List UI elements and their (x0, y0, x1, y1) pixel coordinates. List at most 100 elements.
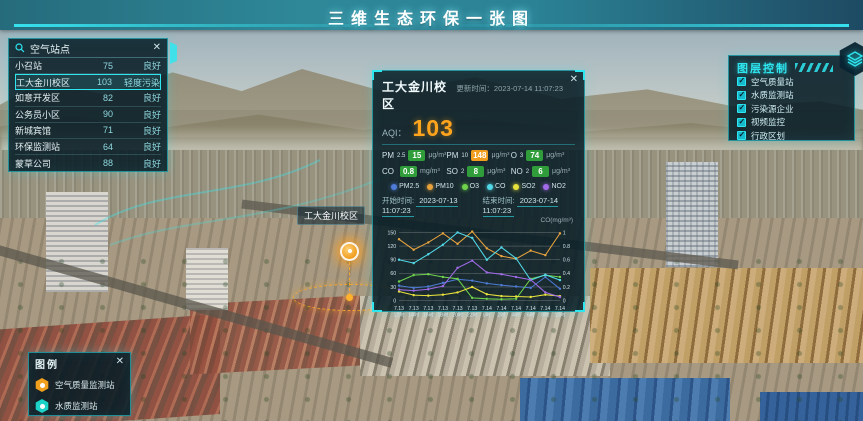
checkbox-icon[interactable] (737, 131, 746, 140)
legend-panel-title: 图例 (35, 356, 124, 371)
station-row[interactable]: 新城宾馆71良好 (15, 123, 161, 139)
station-panel-title: 空气站点 (30, 41, 70, 56)
station-aqi: 75 (91, 61, 113, 71)
station-name: 公务员小区 (15, 108, 91, 121)
station-name: 小召站 (15, 59, 91, 72)
layer-item[interactable]: 行政区划 (737, 129, 846, 143)
station-status: 良好 (113, 140, 161, 153)
legend-item[interactable]: PM10 (427, 183, 453, 190)
svg-text:0.8: 0.8 (563, 244, 570, 250)
svg-text:20时: 20时 (452, 311, 463, 319)
svg-text:22时: 22时 (467, 311, 478, 319)
svg-text:1: 1 (563, 230, 566, 236)
svg-text:120: 120 (388, 244, 397, 250)
station-status: 良好 (113, 157, 161, 170)
station-status: 良好 (113, 108, 161, 121)
station-row[interactable]: 蒙草公司88良好 (15, 155, 161, 171)
station-aqi: 82 (91, 93, 113, 103)
close-icon[interactable]: ✕ (570, 75, 578, 85)
chart-legend: PM2.5 PM10 O3 CO SO2 NO2 (382, 183, 575, 190)
svg-text:7.14: 7.14 (511, 306, 521, 312)
svg-text:12时: 12时 (394, 311, 405, 319)
header-stripes-decoration (795, 63, 833, 72)
pollutant-trend-chart[interactable]: 030609012015000.20.40.60.817.1312时7.1314… (382, 224, 577, 328)
checkbox-icon[interactable] (737, 118, 746, 127)
legend-item[interactable]: O3 (462, 183, 479, 190)
pollutant-co: CO0.8mg/m³ (382, 166, 446, 177)
layer-item[interactable]: 水质监测站 (737, 89, 846, 103)
header-decoration-left (14, 24, 409, 27)
start-time-field[interactable]: 开始时间: 2023-07-13 11:07:23 (382, 195, 475, 215)
svg-text:7.14: 7.14 (496, 306, 506, 312)
layer-item[interactable]: 视频监控 (737, 116, 846, 130)
map-legend-panel: ✕ 图例 空气质量监测站 水质监测站 (28, 352, 131, 416)
layer-panel-header: 图层控制 (737, 60, 846, 75)
header-decoration-right (454, 24, 849, 27)
svg-text:7.13: 7.13 (423, 306, 433, 312)
station-status: 良好 (113, 59, 161, 72)
station-list-panel: 空气站点 ✕ 小召站75良好 工大金川校区103轻度污染 如意开发区82良好 公… (8, 38, 168, 172)
svg-text:8时: 8时 (541, 311, 549, 319)
legend-item[interactable]: NO2 (543, 183, 565, 190)
corner-accent (372, 70, 382, 80)
station-name: 工大金川校区 (16, 76, 90, 89)
svg-text:150: 150 (388, 230, 397, 236)
svg-text:0时: 0时 (483, 311, 491, 319)
svg-text:6时: 6时 (527, 311, 535, 319)
update-time: 更新时间：2023-07-14 11:07:23 (456, 83, 575, 94)
station-panel-header: 空气站点 ✕ (9, 39, 167, 58)
layer-label: 视频监控 (751, 116, 785, 128)
legend-entry-air: 空气质量监测站 (35, 378, 124, 392)
air-station-icon (35, 378, 49, 392)
svg-text:7.13: 7.13 (438, 306, 448, 312)
legend-item[interactable]: PM2.5 (391, 183, 419, 190)
svg-text:7.14: 7.14 (555, 306, 565, 312)
station-rows: 小召站75良好 工大金川校区103轻度污染 如意开发区82良好 公务员小区90良… (9, 58, 167, 171)
station-row[interactable]: 环保监测站64良好 (15, 139, 161, 155)
layer-control-panel: 图层控制 空气质量站 水质监测站 污染源企业 视频监控 行政区划 (728, 55, 855, 141)
water-station-icon (35, 399, 49, 413)
checkbox-icon[interactable] (737, 91, 746, 100)
svg-text:0: 0 (563, 299, 566, 305)
svg-text:7.13: 7.13 (453, 306, 463, 312)
station-row[interactable]: 公务员小区90良好 (15, 107, 161, 123)
station-name: 蒙草公司 (15, 157, 91, 170)
station-status: 良好 (113, 91, 161, 104)
svg-text:7.13: 7.13 (394, 306, 404, 312)
station-row[interactable]: 如意开发区82良好 (15, 90, 161, 106)
svg-text:10时: 10时 (554, 311, 565, 319)
air-station-marker-icon[interactable] (340, 242, 359, 261)
legend-entry-label: 水质监测站 (55, 400, 98, 412)
legend-entry-water: 水质监测站 (35, 399, 124, 413)
station-row-selected[interactable]: 工大金川校区103轻度污染 (15, 74, 161, 90)
map-marker-label: 工大金川校区 (297, 206, 365, 225)
station-aqi: 88 (91, 158, 113, 168)
pollutant-pm25: PM2.515μg/m³ (382, 150, 446, 161)
layer-label: 行政区划 (751, 130, 785, 142)
layer-label: 空气质量站 (751, 76, 794, 88)
app-stage: 三维生态环保一张图 空气站点 ✕ 小召站75良好 工大金川校区103轻度污染 如… (0, 0, 863, 421)
search-icon[interactable] (15, 43, 25, 53)
pollutant-no2: NO26μg/m³ (511, 166, 575, 177)
legend-entry-label: 空气质量监测站 (55, 379, 115, 391)
svg-text:18时: 18时 (437, 311, 448, 319)
svg-text:60: 60 (390, 271, 396, 277)
layer-item[interactable]: 污染源企业 (737, 102, 846, 116)
svg-text:7.14: 7.14 (540, 306, 550, 312)
end-time-field[interactable]: 结束时间: 2023-07-14 11:07:23 (483, 195, 576, 215)
checkbox-icon[interactable] (737, 104, 746, 113)
close-icon[interactable]: ✕ (116, 357, 124, 367)
station-name: 环保监测站 (15, 140, 91, 153)
legend-item[interactable]: CO (487, 183, 506, 190)
svg-text:16时: 16时 (423, 311, 434, 319)
marker-ground-dot (346, 294, 353, 301)
station-row[interactable]: 小召站75良好 (15, 58, 161, 74)
legend-item[interactable]: SO2 (513, 183, 535, 190)
corner-accent (372, 302, 382, 312)
checkbox-icon[interactable] (737, 77, 746, 86)
corner-accent (575, 302, 585, 312)
panel-collapse-handle[interactable] (170, 42, 177, 64)
layer-item[interactable]: 空气质量站 (737, 75, 846, 89)
close-icon[interactable]: ✕ (153, 43, 161, 53)
right-axis-label: CO(mg/m³) (382, 217, 575, 224)
